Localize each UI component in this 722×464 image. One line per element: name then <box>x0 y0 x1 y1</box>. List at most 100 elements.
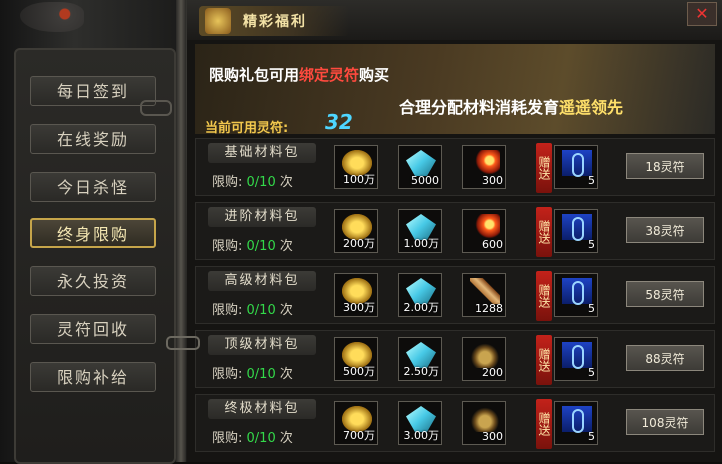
chain-decoration <box>166 336 200 350</box>
talisman-icon <box>562 406 592 433</box>
buy-button[interactable]: 58灵符 <box>626 281 704 307</box>
balance-label: 当前可用灵符: <box>205 121 289 136</box>
gift-quantity: 5 <box>588 430 595 443</box>
reward-quantity: 1.00万 <box>403 237 440 250</box>
banner-headline-a: 限购礼包可用 <box>209 66 300 84</box>
reward-slot[interactable]: 300万 <box>334 273 378 317</box>
buy-button[interactable]: 108灵符 <box>626 409 704 435</box>
dragon-head-icon <box>20 2 84 32</box>
purchase-limit: 限购: 0/10 次 <box>212 235 293 254</box>
package-name: 终极材料包 <box>208 399 316 419</box>
reward-slot[interactable]: 500万 <box>334 337 378 381</box>
banner-headline-c: 购买 <box>359 66 390 84</box>
gift-badge: 赠送 <box>536 399 552 449</box>
talisman-icon <box>562 150 592 177</box>
purchase-limit-unit: 次 <box>275 239 293 254</box>
purchase-limit: 限购: 0/10 次 <box>212 299 293 318</box>
sidebar-item-daily-kill[interactable]: 今日杀怪 <box>30 172 156 202</box>
sidebar-item-online-reward[interactable]: 在线奖励 <box>30 124 156 154</box>
purchase-limit-unit: 次 <box>275 431 293 446</box>
reward-quantity: 3.00万 <box>403 429 440 442</box>
banner-headline-highlight: 绑定灵符 <box>299 66 360 84</box>
close-button[interactable]: ✕ <box>687 2 717 26</box>
reward-quantity: 2.00万 <box>403 301 440 314</box>
purchase-limit-unit: 次 <box>275 303 293 318</box>
promo-banner: 限购礼包可用绑定灵符购买 合理分配材料消耗发育遥遥领先 当前可用灵符: 32 <box>195 44 715 136</box>
buy-button[interactable]: 18灵符 <box>626 153 704 179</box>
reward-slot[interactable]: 200 <box>462 337 506 381</box>
package-name: 顶级材料包 <box>208 335 316 355</box>
scroll-icon <box>470 278 500 304</box>
fire-orb-icon <box>470 150 500 176</box>
reward-quantity: 100万 <box>343 173 375 186</box>
purchase-limit: 限购: 0/10 次 <box>212 427 293 446</box>
reward-slot[interactable]: 2.00万 <box>398 273 442 317</box>
package-row: 顶级材料包 限购: 0/10 次 500万 2.50万 200 赠送 5 88灵符 <box>195 330 715 388</box>
gift-slot[interactable]: 5 <box>554 209 598 253</box>
gift-slot[interactable]: 5 <box>554 273 598 317</box>
reward-quantity: 300万 <box>343 301 375 314</box>
gift-slot[interactable]: 5 <box>554 337 598 381</box>
gift-slot[interactable]: 5 <box>554 145 598 189</box>
reward-slot[interactable]: 300 <box>462 145 506 189</box>
purchase-limit-count: 0/10 <box>246 239 276 254</box>
reward-slot[interactable]: 5000 <box>398 145 442 189</box>
reward-quantity: 200万 <box>343 237 375 250</box>
treasure-bag-icon <box>205 8 231 34</box>
serpent-icon <box>470 342 500 368</box>
purchase-limit-count: 0/10 <box>246 367 276 382</box>
package-name: 进阶材料包 <box>208 207 316 227</box>
package-row: 终极材料包限购: 0/10 次 700万 3.00万 300 赠送 5 108灵符 <box>195 394 715 452</box>
reward-quantity: 600 <box>482 238 503 251</box>
gift-badge: 赠送 <box>536 143 552 193</box>
buy-button[interactable]: 88灵符 <box>626 345 704 371</box>
purchase-limit-count: 0/10 <box>246 175 276 190</box>
reward-slot[interactable]: 3.00万 <box>398 401 442 445</box>
purchase-limit-label: 限购: <box>212 239 247 254</box>
purchase-limit-count: 0/10 <box>246 303 276 318</box>
reward-quantity: 1288 <box>475 302 503 315</box>
gift-slot[interactable]: 5 <box>554 401 598 445</box>
gift-badge: 赠送 <box>536 207 552 257</box>
reward-quantity: 2.50万 <box>403 365 440 378</box>
talisman-icon <box>562 342 592 369</box>
gift-quantity: 5 <box>588 366 595 379</box>
talisman-icon <box>562 278 592 305</box>
sidebar-item-investment[interactable]: 永久投资 <box>30 266 156 296</box>
gift-badge: 赠送 <box>536 335 552 385</box>
buy-button[interactable]: 38灵符 <box>626 217 704 243</box>
title-plate: 精彩福利 <box>199 6 349 36</box>
crystal-icon <box>406 150 436 176</box>
reward-slot[interactable]: 1288 <box>462 273 506 317</box>
sidebar-item-limited-supply[interactable]: 限购补给 <box>30 362 156 392</box>
balance-value: 32 <box>325 110 353 134</box>
purchase-limit-label: 限购: <box>212 303 247 318</box>
reward-slot[interactable]: 600 <box>462 209 506 253</box>
package-name: 基础材料包 <box>208 143 316 163</box>
talisman-icon <box>562 214 592 241</box>
gift-quantity: 5 <box>588 302 595 315</box>
reward-slot[interactable]: 200万 <box>334 209 378 253</box>
sidebar-item-daily-signin[interactable]: 每日签到 <box>30 76 156 106</box>
reward-quantity: 200 <box>482 366 503 379</box>
reward-slot[interactable]: 1.00万 <box>398 209 442 253</box>
reward-slot[interactable]: 100万 <box>334 145 378 189</box>
gift-badge: 赠送 <box>536 271 552 321</box>
gift-quantity: 5 <box>588 238 595 251</box>
package-row: 高级材料包限购: 0/10 次 300万 2.00万 1288 赠送 5 58灵符 <box>195 266 715 324</box>
sidebar-item-talisman-recycle[interactable]: 灵符回收 <box>30 314 156 344</box>
banner-subline-highlight: 遥遥领先 <box>559 98 624 117</box>
title-bar: 精彩福利 ✕ <box>187 0 722 40</box>
serpent-icon <box>470 406 500 432</box>
banner-subline: 合理分配材料消耗发育遥遥领先 <box>399 94 623 118</box>
package-row: 进阶材料包限购: 0/10 次 200万 1.00万 600 赠送 5 38灵符 <box>195 202 715 260</box>
package-name: 高级材料包 <box>208 271 316 291</box>
sidebar-item-lifetime-limit[interactable]: 终身限购 <box>30 218 156 248</box>
reward-slot[interactable]: 2.50万 <box>398 337 442 381</box>
package-row: 基础材料包 限购: 0/10 次 100万 5000 300 赠送 5 18灵符 <box>195 138 715 196</box>
purchase-limit-label: 限购: <box>212 431 247 446</box>
reward-slot[interactable]: 700万 <box>334 401 378 445</box>
banner-headline: 限购礼包可用绑定灵符购买 <box>209 64 389 85</box>
reward-quantity: 500万 <box>343 365 375 378</box>
reward-slot[interactable]: 300 <box>462 401 506 445</box>
